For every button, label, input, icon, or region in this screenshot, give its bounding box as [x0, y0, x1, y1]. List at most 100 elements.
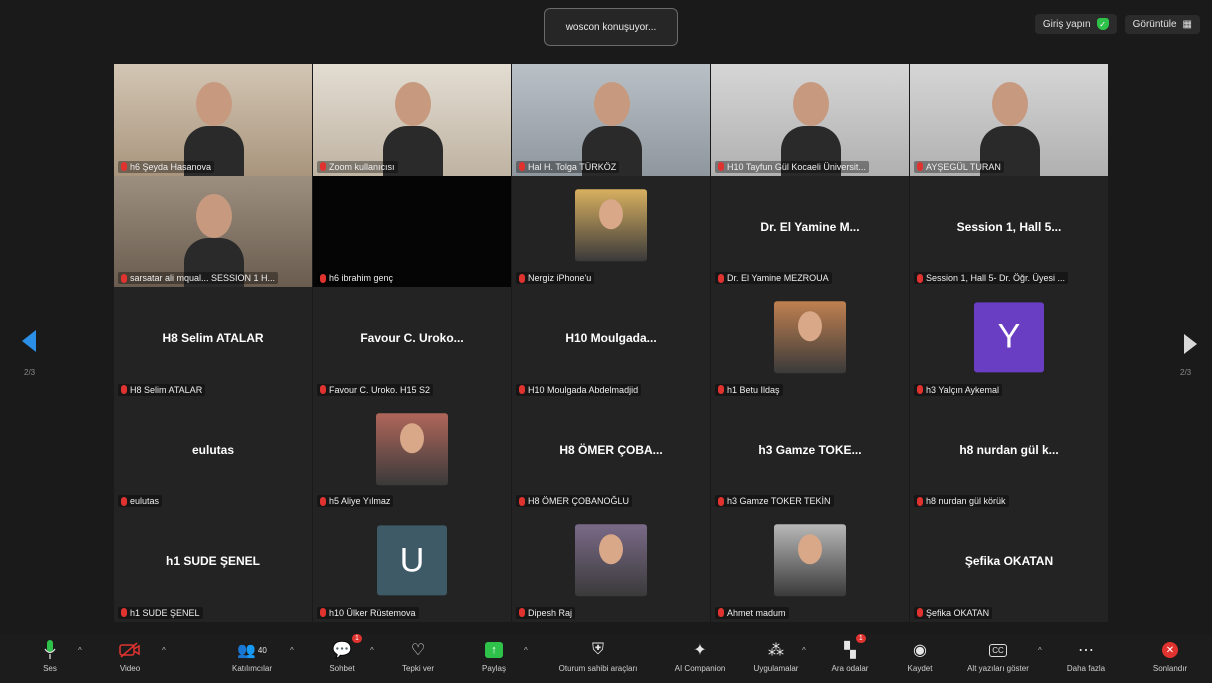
video-label: Video [119, 664, 141, 673]
participant-name-text: H10 Moulgada Abdelmadjid [528, 384, 639, 395]
participant-video [711, 64, 909, 176]
more-label: Daha fazla [1066, 664, 1106, 673]
page-indicator-left: 2/3 [24, 368, 36, 377]
apps-button[interactable]: ⁂ Uygulamalar [736, 638, 816, 673]
participant-name-label: Session 1, Hall 5- Dr. Öğr. Üyesi ... [914, 272, 1069, 285]
audio-button[interactable]: Ses [10, 638, 90, 673]
muted-mic-icon [320, 496, 326, 506]
participant-tile[interactable]: Zoom kullanıcısı [313, 64, 511, 176]
participant-name-label: Hal H. Tolga TÜRKÖZ [516, 160, 620, 173]
video-off-icon [119, 638, 141, 662]
participant-name-label: h1 Betu Ildaş [715, 383, 783, 396]
participants-button[interactable]: 👥 40 Katılımcılar [212, 638, 292, 673]
muted-mic-icon [519, 162, 525, 172]
audio-options-caret[interactable]: ^ [78, 646, 82, 655]
participant-tile[interactable]: Yh3 Yalçın Aykemal [910, 287, 1108, 399]
muted-mic-icon [917, 608, 923, 618]
participant-tile[interactable]: h8 nurdan gül k... h8 nurdan gül körük [910, 398, 1108, 511]
chat-badge: 1 [352, 634, 362, 643]
participant-tile[interactable]: Hal H. Tolga TÜRKÖZ [512, 64, 710, 176]
person-head [798, 311, 822, 342]
share-button[interactable]: ↑ Paylaş [454, 638, 534, 673]
participant-name-label: sarsatar ali mqual... SESSION 1 H... [118, 272, 279, 285]
muted-mic-icon [718, 273, 724, 283]
participant-tile[interactable]: Session 1, Hall 5... Session 1, Hall 5- D… [910, 175, 1108, 288]
participant-video [910, 64, 1108, 176]
captions-options-caret[interactable]: ^ [1038, 646, 1042, 655]
participant-tile[interactable]: h6 ibrahim genç [313, 175, 511, 288]
share-options-caret[interactable]: ^ [524, 646, 528, 655]
participants-options-caret[interactable]: ^ [290, 646, 294, 655]
share-screen-icon: ↑ [485, 638, 503, 662]
video-button[interactable]: Video [90, 638, 170, 673]
participant-tile[interactable]: sarsatar ali mqual... SESSION 1 H... [114, 175, 312, 288]
participant-tile[interactable]: Şefika OKATAN Şefika OKATAN [910, 510, 1108, 622]
breakout-rooms-button[interactable]: ▚ 1 Ara odalar [810, 634, 890, 673]
participant-name-text: h1 Betu Ildaş [727, 384, 780, 395]
participant-tile[interactable]: h6 Şeyda Hasanova [114, 64, 312, 176]
active-speaker-indicator[interactable]: woscon konuşuyor... [544, 8, 678, 46]
participant-display-name: h1 SUDE ŞENEL [165, 554, 261, 569]
next-page-arrow[interactable] [1184, 334, 1197, 354]
muted-mic-icon [121, 496, 127, 506]
participant-tile[interactable]: Dr. El Yamine M... Dr. El Yamine MEZROUA [711, 175, 909, 288]
chat-button[interactable]: 💬 1 Sohbet [302, 634, 382, 673]
react-button[interactable]: ♡ Tepki ver [378, 638, 458, 673]
participant-name-label: h3 Yalçın Aykemal [914, 383, 1003, 396]
apps-options-caret[interactable]: ^ [802, 646, 806, 655]
security-shield-icon: ✓ [1096, 18, 1109, 30]
participant-tile[interactable]: h5 Aliye Yılmaz [313, 398, 511, 511]
participant-tile[interactable]: H8 ÖMER ÇOBA... H8 ÖMER ÇOBANOĞLU [512, 398, 710, 511]
apps-icon: ⁂ [768, 642, 784, 659]
audio-label: Ses [43, 664, 57, 673]
participant-display-name: Session 1, Hall 5... [956, 219, 1062, 234]
gallery-grid: h6 Şeyda Hasanova Zoom kullanıcısı Hal H. … [114, 64, 1108, 622]
participant-tile[interactable]: Ahmet madum [711, 510, 909, 622]
participant-tile[interactable]: H10 Moulgada... H10 Moulgada Abdelmadjid [512, 287, 710, 399]
profile-photo [575, 189, 647, 262]
participant-name-text: Session 1, Hall 5- Dr. Öğr. Üyesi ... [926, 273, 1066, 284]
captions-button[interactable]: CC Alt yazıları göster [958, 638, 1038, 673]
participant-display-name: H8 Selim ATALAR [162, 331, 264, 346]
participant-name-text: h8 nurdan gül körük [926, 496, 1006, 507]
participant-tile[interactable]: Favour C. Uroko... Favour C. Uroko. H15 S… [313, 287, 511, 399]
participant-tile[interactable]: Nergiz iPhone'u [512, 175, 710, 288]
more-button[interactable]: ⋯ Daha fazla [1046, 638, 1126, 673]
participant-tile[interactable]: H10 Tayfun Gül Kocaeli Üniversit... [711, 64, 909, 176]
participant-name-label: Şefika OKATAN [914, 606, 993, 619]
view-button[interactable]: Görüntüle ▦ [1124, 14, 1200, 34]
participant-name-text: h5 Aliye Yılmaz [329, 496, 391, 507]
muted-mic-icon [121, 608, 127, 618]
participant-tile[interactable]: H8 Selim ATALAR H8 Selim ATALAR [114, 287, 312, 399]
participant-display-name: H10 Moulgada... [565, 331, 657, 346]
participant-name-text: eulutas [130, 496, 160, 507]
participant-tile[interactable]: h3 Gamze TOKE... h3 Gamze TOKER TEKİN [711, 398, 909, 511]
participant-tile[interactable]: h1 Betu Ildaş [711, 287, 909, 399]
participant-tile[interactable]: AYŞEGÜL TURAN [910, 64, 1108, 176]
participant-tile[interactable]: h1 SUDE ŞENEL h1 SUDE ŞENEL [114, 510, 312, 622]
chat-options-caret[interactable]: ^ [370, 646, 374, 655]
participant-name-text: h6 Şeyda Hasanova [130, 161, 212, 172]
host-tools-button[interactable]: ⛨ Oturum sahibi araçları [558, 638, 638, 673]
participant-tile[interactable]: Dipesh Raj [512, 510, 710, 622]
participant-name-label: h3 Gamze TOKER TEKİN [715, 495, 834, 508]
ai-companion-label: AI Companion [674, 664, 726, 673]
participant-name-label: h8 nurdan gül körük [914, 495, 1009, 508]
participant-name-label: h1 SUDE ŞENEL [118, 606, 203, 619]
record-button[interactable]: ◉ Kaydet [880, 638, 960, 673]
participant-tile[interactable]: Uh10 Ülker Rüstemova [313, 510, 511, 622]
participant-tile[interactable]: eulutas eulutas [114, 398, 312, 511]
participants-count: 40 [257, 645, 267, 655]
sign-in-area[interactable]: Giriş yapın ✓ [1034, 14, 1117, 34]
participant-name-text: Hal H. Tolga TÜRKÖZ [528, 161, 617, 172]
participant-name-label: Favour C. Uroko. H15 S2 [317, 383, 434, 396]
participant-name-text: h3 Gamze TOKER TEKİN [727, 496, 831, 507]
video-options-caret[interactable]: ^ [162, 646, 166, 655]
ai-companion-button[interactable]: ✦ AI Companion [660, 638, 740, 673]
end-button[interactable]: ✕ Sonlandır [1130, 638, 1210, 673]
muted-mic-icon [320, 162, 326, 172]
participant-display-name: H8 ÖMER ÇOBA... [559, 442, 663, 457]
prev-page-arrow[interactable] [22, 330, 36, 352]
person-head [395, 82, 431, 126]
muted-mic-icon [519, 273, 525, 283]
